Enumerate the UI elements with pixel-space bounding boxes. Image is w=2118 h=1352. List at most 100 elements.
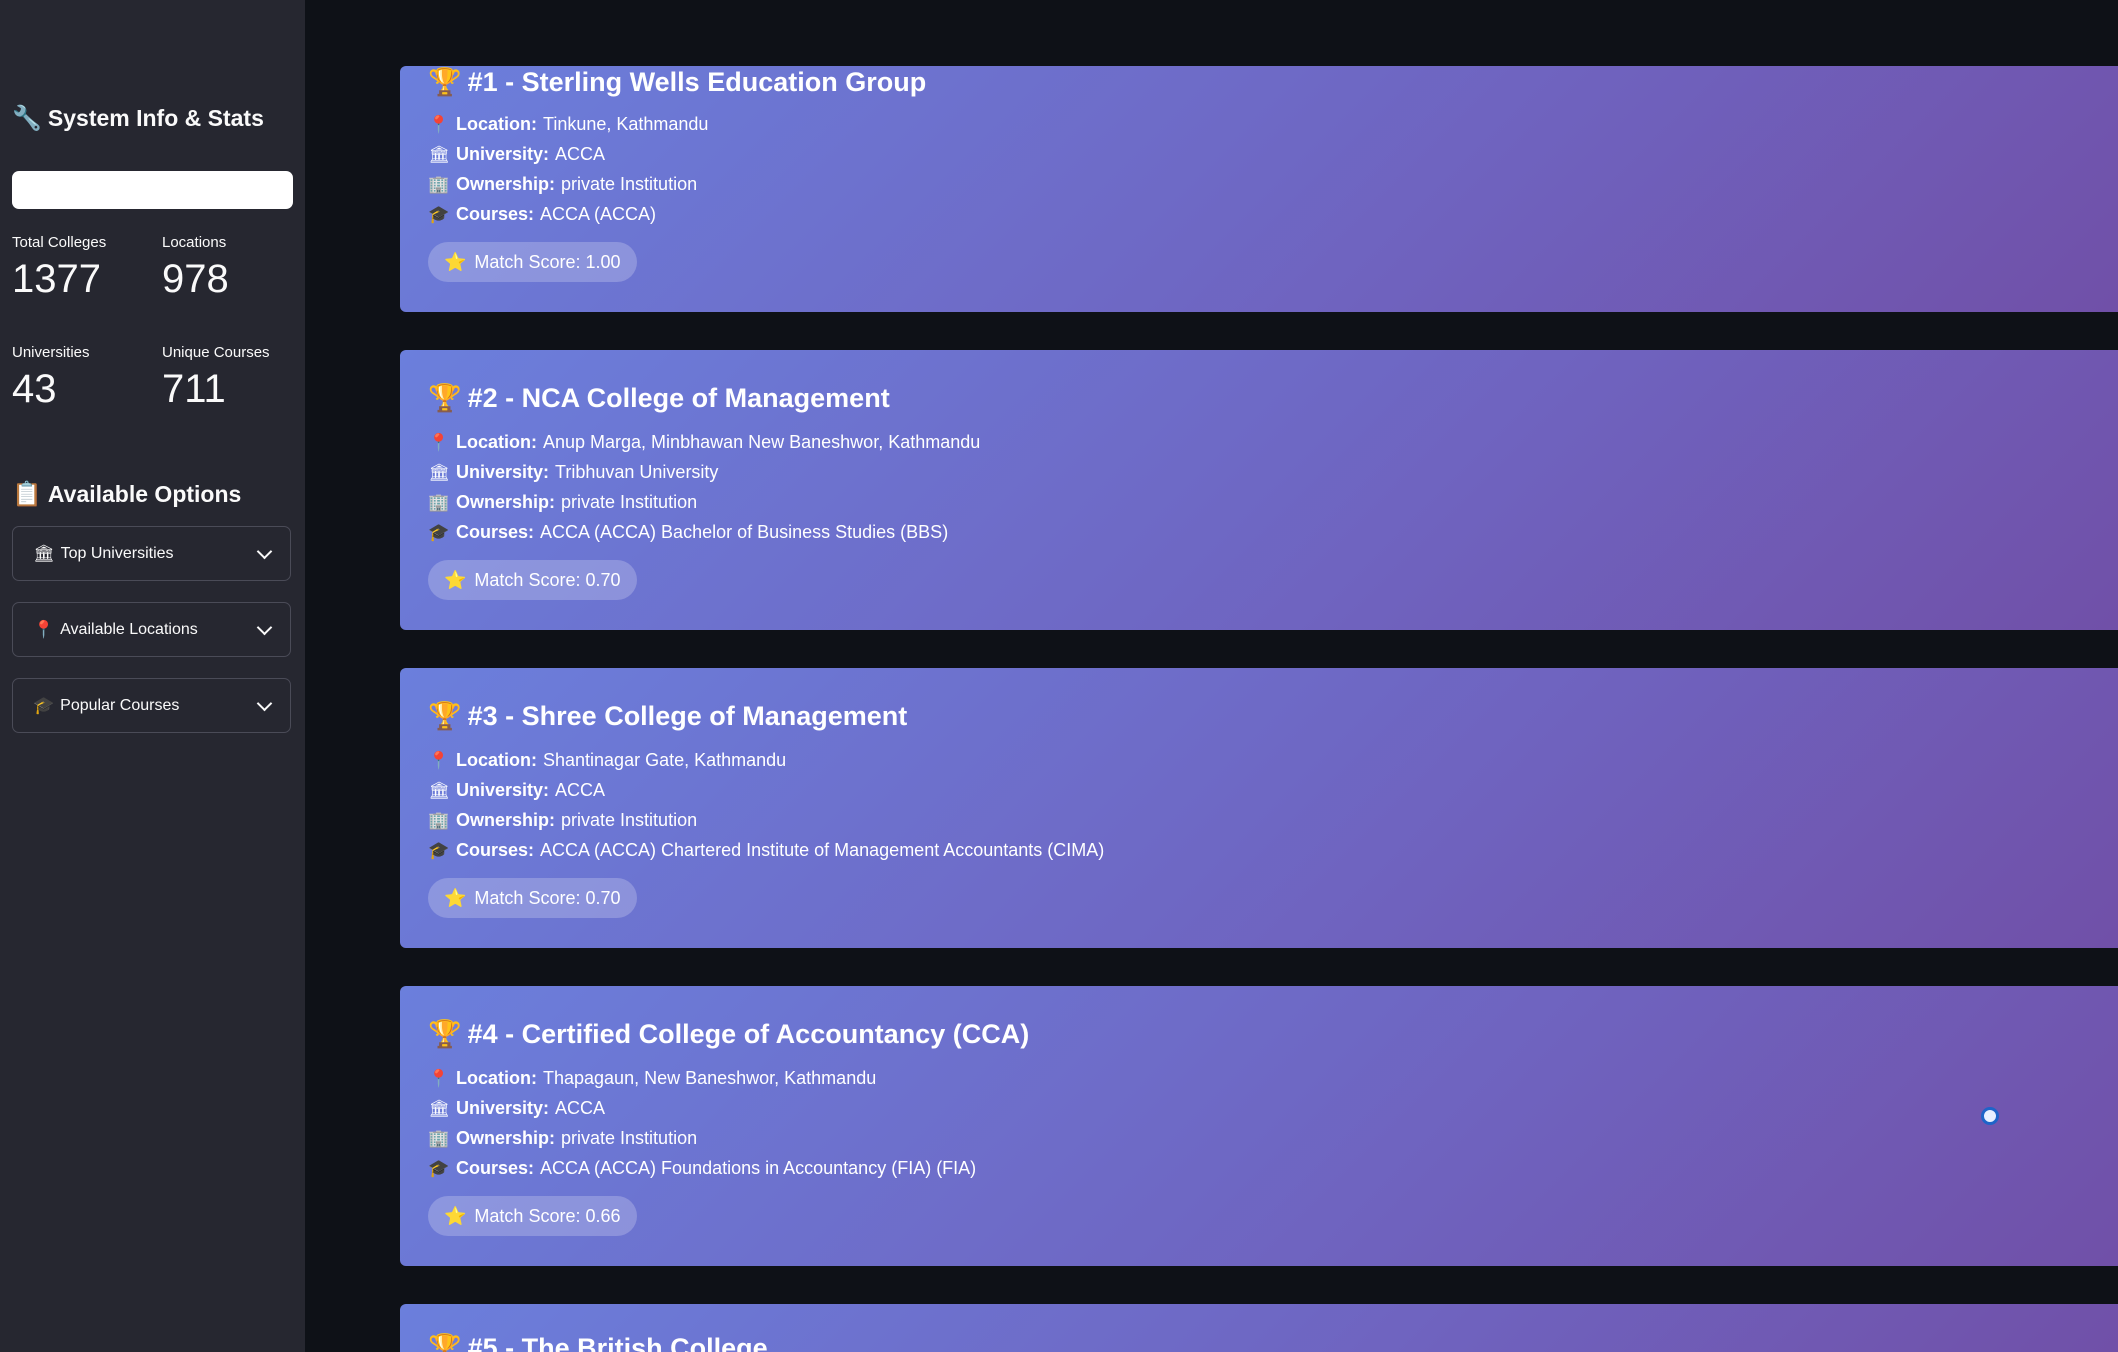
metric-label: Unique Courses: [162, 344, 270, 361]
result-title: 🏆 #4 - Certified College of Accountancy …: [428, 1018, 1029, 1050]
star-icon: ⭐: [444, 1205, 467, 1226]
location-row: 📍 Location: Shantinagar Gate, Kathmandu: [428, 750, 786, 771]
courses-label: Courses:: [456, 522, 535, 542]
options-heading: 📋 Available Options: [12, 480, 241, 509]
location-label: Location:: [456, 432, 537, 452]
result-title: 🏆 #1 - Sterling Wells Education Group: [428, 66, 926, 98]
metric-total-colleges: Total Colleges 1377: [12, 234, 152, 299]
expander-label: Top Universities: [60, 544, 174, 562]
university-row: 🏛 University: ACCA: [428, 780, 605, 801]
result-card: 🏆 #5 - The British College: [400, 1304, 2118, 1352]
building-icon: 🏢: [428, 492, 450, 512]
graduation-cap-icon: 🎓: [428, 1158, 450, 1178]
chevron-down-icon: [256, 543, 273, 559]
university-icon: 🏛: [428, 780, 450, 800]
expander-label: Popular Courses: [60, 696, 180, 714]
courses-row: 🎓 Courses: ACCA (ACCA) Foundations in Ac…: [428, 1158, 976, 1179]
metric-unique-courses: Unique Courses 711: [162, 344, 302, 409]
ownership-label: Ownership:: [456, 1128, 556, 1148]
stats-heading-label: System Info & Stats: [47, 105, 264, 131]
match-score-badge: ⭐ Match Score: 0.70: [428, 560, 637, 600]
mouse-cursor-indicator: [1981, 1107, 1999, 1125]
status-box: [12, 171, 293, 209]
location-label: Location:: [456, 1068, 537, 1088]
result-card: 🏆 #3 - Shree College of Management 📍 Loc…: [400, 668, 2118, 948]
match-score-badge: ⭐ Match Score: 1.00: [428, 242, 637, 282]
result-title-text: #3 - Shree College of Management: [467, 700, 908, 731]
building-icon: 🏢: [428, 1128, 450, 1148]
university-icon: 🏛: [428, 144, 450, 164]
result-title: 🏆 #3 - Shree College of Management: [428, 700, 907, 732]
match-score-text: Match Score: 1.00: [474, 251, 621, 272]
university-row: 🏛 University: ACCA: [428, 1098, 605, 1119]
location-value: Shantinagar Gate, Kathmandu: [543, 750, 787, 770]
options-heading-label: Available Options: [47, 481, 242, 507]
star-icon: ⭐: [444, 569, 467, 590]
metric-label: Locations: [162, 234, 227, 251]
courses-row: 🎓 Courses: ACCA (ACCA) Chartered Institu…: [428, 840, 1104, 861]
ownership-value: private Institution: [561, 1128, 698, 1148]
star-icon: ⭐: [444, 251, 467, 272]
location-pin-icon: 📍: [428, 114, 450, 134]
metric-value: 1377: [12, 257, 101, 301]
courses-value: ACCA (ACCA): [540, 204, 657, 224]
courses-row: 🎓 Courses: ACCA (ACCA) Bachelor of Busin…: [428, 522, 948, 543]
expander-available-locations[interactable]: 📍 Available Locations: [12, 602, 291, 657]
university-row: 🏛 University: ACCA: [428, 144, 605, 165]
stats-heading: 🔧 System Info & Stats: [12, 104, 264, 133]
expander-label: Available Locations: [60, 620, 198, 638]
expander-top-universities[interactable]: 🏛 Top Universities: [12, 526, 291, 581]
expander-popular-courses[interactable]: 🎓 Popular Courses: [12, 678, 291, 733]
graduation-cap-icon: 🎓: [428, 204, 450, 224]
location-pin-icon: 📍: [428, 750, 450, 770]
location-value: Tinkune, Kathmandu: [543, 114, 709, 134]
match-score-badge: ⭐ Match Score: 0.66: [428, 1196, 637, 1236]
university-value: ACCA: [555, 1098, 606, 1118]
courses-value: ACCA (ACCA) Chartered Institute of Manag…: [540, 840, 1105, 860]
result-title-text: #1 - Sterling Wells Education Group: [467, 66, 927, 97]
metric-value: 978: [162, 257, 229, 301]
location-label: Location:: [456, 750, 537, 770]
ownership-label: Ownership:: [456, 810, 556, 830]
university-label: University:: [456, 780, 550, 800]
ownership-value: private Institution: [561, 492, 698, 512]
trophy-icon: 🏆: [428, 67, 462, 97]
location-pin-icon: 📍: [428, 432, 450, 452]
chevron-down-icon: [256, 695, 273, 711]
university-label: University:: [456, 462, 550, 482]
location-row: 📍 Location: Thapagaun, New Baneshwor, Ka…: [428, 1068, 876, 1089]
courses-label: Courses:: [456, 840, 535, 860]
ownership-value: private Institution: [561, 810, 698, 830]
ownership-row: 🏢 Ownership: private Institution: [428, 1128, 697, 1149]
university-label: University:: [456, 144, 550, 164]
university-icon: 🏛: [428, 1098, 450, 1118]
result-card: 🏆 #1 - Sterling Wells Education Group 📍 …: [400, 66, 2118, 312]
metric-value: 43: [12, 367, 57, 411]
location-row: 📍 Location: Anup Marga, Minbhawan New Ba…: [428, 432, 980, 453]
courses-value: ACCA (ACCA) Foundations in Accountancy (…: [540, 1158, 977, 1178]
location-label: Location:: [456, 114, 537, 134]
ownership-row: 🏢 Ownership: private Institution: [428, 174, 697, 195]
university-icon: 🏛: [428, 462, 450, 482]
university-icon: 🏛: [33, 543, 55, 563]
location-row: 📍 Location: Tinkune, Kathmandu: [428, 114, 708, 135]
university-row: 🏛 University: Tribhuvan University: [428, 462, 718, 483]
location-pin-icon: 📍: [33, 619, 55, 639]
university-value: ACCA: [555, 144, 606, 164]
match-score-text: Match Score: 0.70: [474, 887, 621, 908]
result-card: 🏆 #4 - Certified College of Accountancy …: [400, 986, 2118, 1266]
sidebar: 🔧 System Info & Stats Total Colleges 137…: [0, 0, 305, 1352]
trophy-icon: 🏆: [428, 1333, 462, 1352]
star-icon: ⭐: [444, 887, 467, 908]
trophy-icon: 🏆: [428, 1019, 462, 1049]
result-title-text: #5 - The British College: [467, 1332, 768, 1352]
ownership-label: Ownership:: [456, 174, 556, 194]
graduation-cap-icon: 🎓: [33, 695, 55, 715]
ownership-label: Ownership:: [456, 492, 556, 512]
trophy-icon: 🏆: [428, 701, 462, 731]
courses-value: ACCA (ACCA) Bachelor of Business Studies…: [540, 522, 949, 542]
clipboard-icon: 📋: [12, 481, 42, 508]
chevron-down-icon: [256, 619, 273, 635]
result-card: 🏆 #2 - NCA College of Management 📍 Locat…: [400, 350, 2118, 630]
result-title: 🏆 #5 - The British College: [428, 1332, 768, 1352]
